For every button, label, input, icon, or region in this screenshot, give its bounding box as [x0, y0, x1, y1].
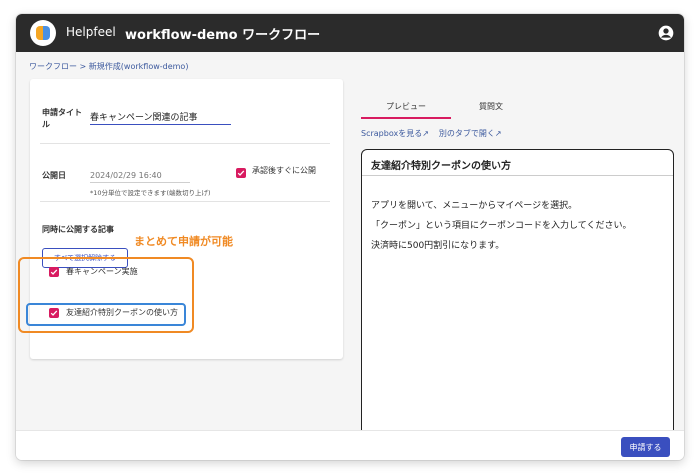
preview-divider	[362, 175, 673, 176]
tab-questions[interactable]: 質問文	[461, 96, 521, 118]
title-input[interactable]	[90, 109, 231, 125]
main-content: ワークフロー > 新規作成(workflow-demo) 申請タイトル 公開日 …	[16, 52, 684, 449]
active-tab-indicator	[361, 117, 451, 119]
annotation-text: まとめて申請が可能	[134, 235, 233, 248]
footer-bar: 申請する	[16, 430, 684, 460]
approve-label: 承認後すぐに公開	[252, 166, 316, 175]
breadcrumb-current: 新規作成(workflow-demo)	[88, 62, 189, 71]
check-icon	[237, 170, 245, 176]
preview-title: 友達紹介特別クーポンの使い方	[371, 161, 511, 172]
article-checkbox-spring-campaign[interactable]	[49, 267, 59, 277]
check-icon	[50, 269, 58, 275]
preview-line: 決済時に500円割引になります。	[371, 241, 505, 251]
scrapbox-link[interactable]: Scrapboxを見る↗	[361, 129, 429, 138]
title-label: 申請タイトル	[42, 108, 82, 129]
preview-panel: 友達紹介特別クーポンの使い方 アプリを開いて、メニューからマイページを選択。 「…	[361, 149, 674, 449]
breadcrumb-separator: >	[77, 62, 89, 71]
publish-date-input[interactable]	[90, 169, 190, 183]
tab-preview[interactable]: プレビュー	[361, 96, 451, 118]
article-label-spring-campaign: 春キャンペーン実施	[66, 267, 138, 276]
app-title: workflow-demo ワークフロー	[125, 28, 321, 43]
related-articles-label: 同時に公開する記事	[42, 225, 114, 234]
article-checkbox-friend-coupon[interactable]	[49, 308, 59, 318]
breadcrumb: ワークフロー > 新規作成(workflow-demo)	[29, 61, 188, 72]
app-window: Helpfeel workflow-demo ワークフロー ワークフロー > 新…	[16, 14, 684, 460]
account-circle-icon[interactable]	[658, 25, 674, 41]
preview-links: Scrapboxを見る↗ 別のタブで開く↗	[361, 128, 512, 139]
check-icon	[50, 310, 58, 316]
divider	[40, 201, 330, 202]
brand-name: Helpfeel	[66, 25, 116, 39]
divider	[40, 143, 330, 144]
breadcrumb-workflow-link[interactable]: ワークフロー	[29, 62, 77, 71]
date-hint: *10分単位で設定できます(端数切り上げ)	[90, 189, 211, 197]
submit-request-button[interactable]: 申請する	[621, 437, 670, 457]
date-label: 公開日	[42, 171, 66, 180]
preview-line: 「クーポン」という項目にクーポンコードを入力してください。	[371, 221, 632, 231]
open-new-tab-link[interactable]: 別のタブで開く↗	[439, 129, 502, 138]
top-bar: Helpfeel workflow-demo ワークフロー	[16, 14, 684, 52]
preview-line: アプリを開いて、メニューからマイページを選択。	[371, 201, 578, 211]
helpfeel-logo-icon[interactable]	[30, 20, 56, 46]
preview-tabs: プレビュー 質問文	[361, 96, 591, 119]
article-label-friend-coupon: 友達紹介特別クーポンの使い方	[66, 308, 178, 317]
approve-checkbox[interactable]	[236, 168, 246, 178]
